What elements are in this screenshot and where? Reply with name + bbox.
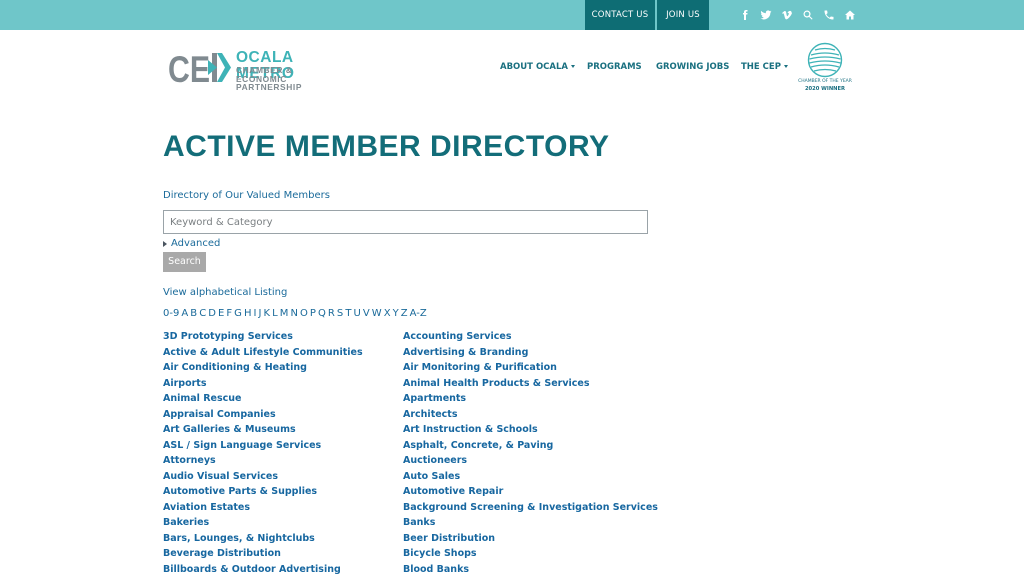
category-link[interactable]: Airports bbox=[163, 376, 363, 392]
search-button[interactable]: Search bbox=[163, 252, 206, 272]
home-icon[interactable] bbox=[843, 9, 856, 22]
letter-link[interactable]: D bbox=[208, 308, 216, 319]
letter-link[interactable]: S bbox=[337, 308, 343, 319]
letter-link[interactable]: G bbox=[234, 308, 242, 319]
alphabet-filter: 0-9 A B C D E F G H I J K L M N O P Q R S T U V W X Y Z A-Z bbox=[163, 308, 429, 319]
category-link[interactable]: Audio Visual Services bbox=[163, 469, 363, 485]
award-badge: CHAMBER OF THE YEAR 2020 WINNER bbox=[795, 42, 855, 94]
vimeo-icon[interactable] bbox=[780, 9, 793, 22]
letter-link[interactable]: P bbox=[310, 308, 316, 319]
category-link[interactable]: Art Instruction & Schools bbox=[403, 422, 658, 438]
search-icon[interactable] bbox=[801, 9, 814, 22]
category-link[interactable]: Asphalt, Concrete, & Paving bbox=[403, 438, 658, 454]
letter-link[interactable]: N bbox=[290, 308, 297, 319]
top-utility-bar: CONTACT US JOIN US bbox=[0, 0, 1024, 30]
category-link[interactable]: Blood Banks bbox=[403, 562, 658, 576]
category-link[interactable]: Animal Rescue bbox=[163, 391, 363, 407]
category-column-1: 3D Prototyping Services Active & Adult Li… bbox=[163, 329, 363, 576]
letter-link[interactable]: H bbox=[244, 308, 252, 319]
category-link[interactable]: ASL / Sign Language Services bbox=[163, 438, 363, 454]
letter-link[interactable]: O bbox=[300, 308, 308, 319]
globe-icon bbox=[807, 42, 843, 78]
triangle-right-icon bbox=[163, 240, 167, 247]
category-link[interactable]: Active & Adult Lifestyle Communities bbox=[163, 345, 363, 361]
award-year: 2020 WINNER bbox=[804, 86, 846, 92]
advanced-label: Advanced bbox=[171, 238, 221, 249]
category-link[interactable]: Appraisal Companies bbox=[163, 407, 363, 423]
letter-link[interactable]: F bbox=[226, 308, 232, 319]
category-link[interactable]: Automotive Parts & Supplies bbox=[163, 484, 363, 500]
directory-subtitle: Directory of Our Valued Members bbox=[163, 190, 330, 201]
letter-link[interactable]: C bbox=[199, 308, 206, 319]
category-link[interactable]: Animal Health Products & Services bbox=[403, 376, 658, 392]
letter-link[interactable]: U bbox=[353, 308, 360, 319]
category-link[interactable]: Advertising & Branding bbox=[403, 345, 658, 361]
category-link[interactable]: Aviation Estates bbox=[163, 500, 363, 516]
facebook-icon[interactable] bbox=[738, 9, 751, 22]
caret-down-icon bbox=[783, 65, 788, 68]
letter-link[interactable]: A-Z bbox=[410, 308, 427, 319]
page-title: ACTIVE MEMBER DIRECTORY bbox=[163, 130, 610, 163]
logo-subtitle: CHAMBER & ECONOMIC PARTNERSHIP bbox=[236, 65, 303, 92]
letter-link[interactable]: X bbox=[384, 308, 391, 319]
letter-link[interactable]: Y bbox=[393, 308, 399, 319]
category-link[interactable]: Auctioneers bbox=[403, 453, 658, 469]
category-link[interactable]: Banks bbox=[403, 515, 658, 531]
letter-link[interactable]: Q bbox=[318, 308, 326, 319]
nav-cep-label: THE CEP bbox=[741, 62, 781, 72]
letter-link[interactable]: V bbox=[363, 308, 370, 319]
letter-link[interactable]: K bbox=[264, 308, 271, 319]
letter-link[interactable]: J bbox=[259, 308, 262, 319]
letter-link[interactable]: I bbox=[254, 308, 257, 319]
advanced-search-toggle[interactable]: Advanced bbox=[163, 238, 220, 249]
contact-us-button[interactable]: CONTACT US bbox=[585, 0, 655, 30]
twitter-icon[interactable] bbox=[759, 9, 772, 22]
letter-link[interactable]: R bbox=[328, 308, 335, 319]
letter-link[interactable]: A bbox=[181, 308, 188, 319]
category-link[interactable]: Billboards & Outdoor Advertising bbox=[163, 562, 363, 576]
category-link[interactable]: Bars, Lounges, & Nightclubs bbox=[163, 531, 363, 547]
alphabetical-listing-link[interactable]: View alphabetical Listing bbox=[163, 287, 287, 298]
nav-programs[interactable]: PROGRAMS bbox=[587, 62, 642, 72]
category-link[interactable]: Automotive Repair bbox=[403, 484, 658, 500]
category-column-2: Accounting Services Advertising & Brandin… bbox=[403, 329, 658, 576]
letter-link[interactable]: Z bbox=[401, 308, 408, 319]
award-title: CHAMBER OF THE YEAR bbox=[798, 79, 852, 84]
category-link[interactable]: 3D Prototyping Services bbox=[163, 329, 363, 345]
keyword-search-input[interactable] bbox=[163, 210, 648, 234]
svg-text:CE: CE bbox=[168, 49, 210, 88]
letter-link[interactable]: 0-9 bbox=[163, 308, 179, 319]
letter-link[interactable]: W bbox=[372, 308, 382, 319]
category-link[interactable]: Accounting Services bbox=[403, 329, 658, 345]
category-link[interactable]: Attorneys bbox=[163, 453, 363, 469]
category-link[interactable]: Apartments bbox=[403, 391, 658, 407]
category-link[interactable]: Air Monitoring & Purification bbox=[403, 360, 658, 376]
category-link[interactable]: Architects bbox=[403, 407, 658, 423]
letter-link[interactable]: M bbox=[280, 308, 289, 319]
nav-about-label: ABOUT OCALA bbox=[500, 62, 568, 72]
caret-down-icon bbox=[570, 65, 575, 68]
nav-growing-jobs[interactable]: GROWING JOBS bbox=[656, 62, 729, 72]
category-link[interactable]: Beer Distribution bbox=[403, 531, 658, 547]
nav-about-ocala[interactable]: ABOUT OCALA bbox=[500, 62, 575, 72]
social-icons bbox=[738, 0, 856, 30]
category-link[interactable]: Art Galleries & Museums bbox=[163, 422, 363, 438]
letter-link[interactable]: B bbox=[190, 308, 197, 319]
join-us-button[interactable]: JOIN US bbox=[657, 0, 709, 30]
letter-link[interactable]: L bbox=[272, 308, 278, 319]
category-link[interactable]: Background Screening & Investigation Ser… bbox=[403, 500, 658, 516]
category-link[interactable]: Bicycle Shops bbox=[403, 546, 658, 562]
category-link[interactable]: Beverage Distribution bbox=[163, 546, 363, 562]
category-link[interactable]: Air Conditioning & Heating bbox=[163, 360, 363, 376]
phone-icon[interactable] bbox=[822, 9, 835, 22]
site-logo[interactable]: CE OCALA METRO CHAMBER & ECONOMIC PARTNE… bbox=[168, 46, 343, 91]
cep-logo-icon: CE bbox=[168, 49, 231, 88]
letter-link[interactable]: E bbox=[218, 308, 224, 319]
letter-link[interactable]: T bbox=[345, 308, 351, 319]
category-link[interactable]: Auto Sales bbox=[403, 469, 658, 485]
nav-the-cep[interactable]: THE CEP bbox=[741, 62, 788, 72]
category-link[interactable]: Bakeries bbox=[163, 515, 363, 531]
